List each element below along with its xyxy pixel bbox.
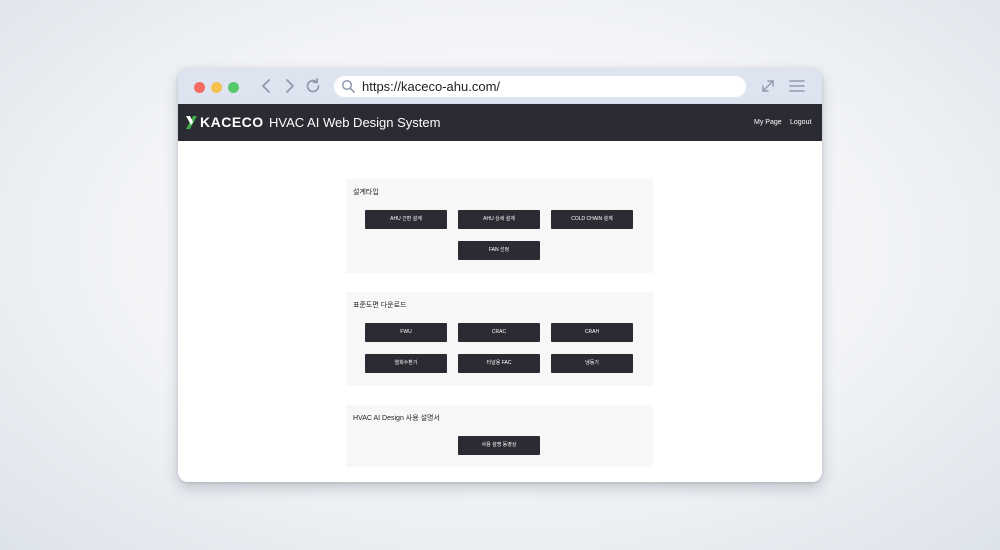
app-title: HVAC AI Web Design System [269, 115, 441, 130]
logo-text: KACECO [200, 114, 264, 130]
fan-selection-button[interactable]: FAN 선정 [458, 241, 540, 260]
main-content: 설계타입 AHU 간편 설계 AHU 상세 설계 COLD CHAIN 설계 F… [178, 141, 822, 482]
expand-icon[interactable] [760, 78, 776, 94]
section-title: 설계타입 [353, 189, 379, 196]
chiller-button[interactable]: 냉동기 [551, 354, 633, 373]
url-text[interactable]: https://kaceco-ahu.com/ [362, 78, 500, 95]
browser-toolbar: https://kaceco-ahu.com/ [178, 68, 822, 104]
tunnel-fac-button[interactable]: 터널용 FAC [458, 354, 540, 373]
crac-download-button[interactable]: CRAC [458, 323, 540, 342]
maximize-window-dot[interactable] [228, 82, 239, 93]
forward-arrow-icon[interactable] [280, 77, 298, 95]
section-title: HVAC AI Design 사용 설명서 [353, 415, 440, 422]
design-type-section: 설계타입 AHU 간편 설계 AHU 상세 설계 COLD CHAIN 설계 F… [346, 179, 653, 273]
logout-link[interactable]: Logout [790, 118, 811, 127]
standard-drawing-download-section: 표준도면 다운로드 FWU CRAC CRAH 열회수환기 터널용 FAC 냉동… [346, 292, 653, 386]
my-page-link[interactable]: My Page [754, 118, 782, 127]
reload-icon[interactable] [304, 77, 322, 95]
ahu-detail-design-button[interactable]: AHU 상세 설계 [458, 210, 540, 229]
address-bar[interactable]: https://kaceco-ahu.com/ [334, 76, 746, 97]
fwu-download-button[interactable]: FWU [365, 323, 447, 342]
search-icon [341, 79, 355, 93]
hamburger-menu-icon[interactable] [789, 79, 805, 93]
section-title: 표준도면 다운로드 [353, 302, 407, 309]
user-manual-section: HVAC AI Design 사용 설명서 사용 설명 동영상 [346, 405, 653, 467]
crah-download-button[interactable]: CRAH [551, 323, 633, 342]
close-window-dot[interactable] [194, 82, 205, 93]
browser-window: https://kaceco-ahu.com/ KACECO HVAC AI W… [178, 68, 822, 482]
tutorial-video-button[interactable]: 사용 설명 동영상 [458, 436, 540, 455]
app-header: KACECO HVAC AI Web Design System My Page… [178, 104, 822, 141]
kaceco-logo-icon [186, 116, 197, 129]
ahu-simple-design-button[interactable]: AHU 간편 설계 [365, 210, 447, 229]
back-arrow-icon[interactable] [258, 77, 276, 95]
minimize-window-dot[interactable] [211, 82, 222, 93]
heat-recovery-ventilator-button[interactable]: 열회수환기 [365, 354, 447, 373]
cold-chain-design-button[interactable]: COLD CHAIN 설계 [551, 210, 633, 229]
